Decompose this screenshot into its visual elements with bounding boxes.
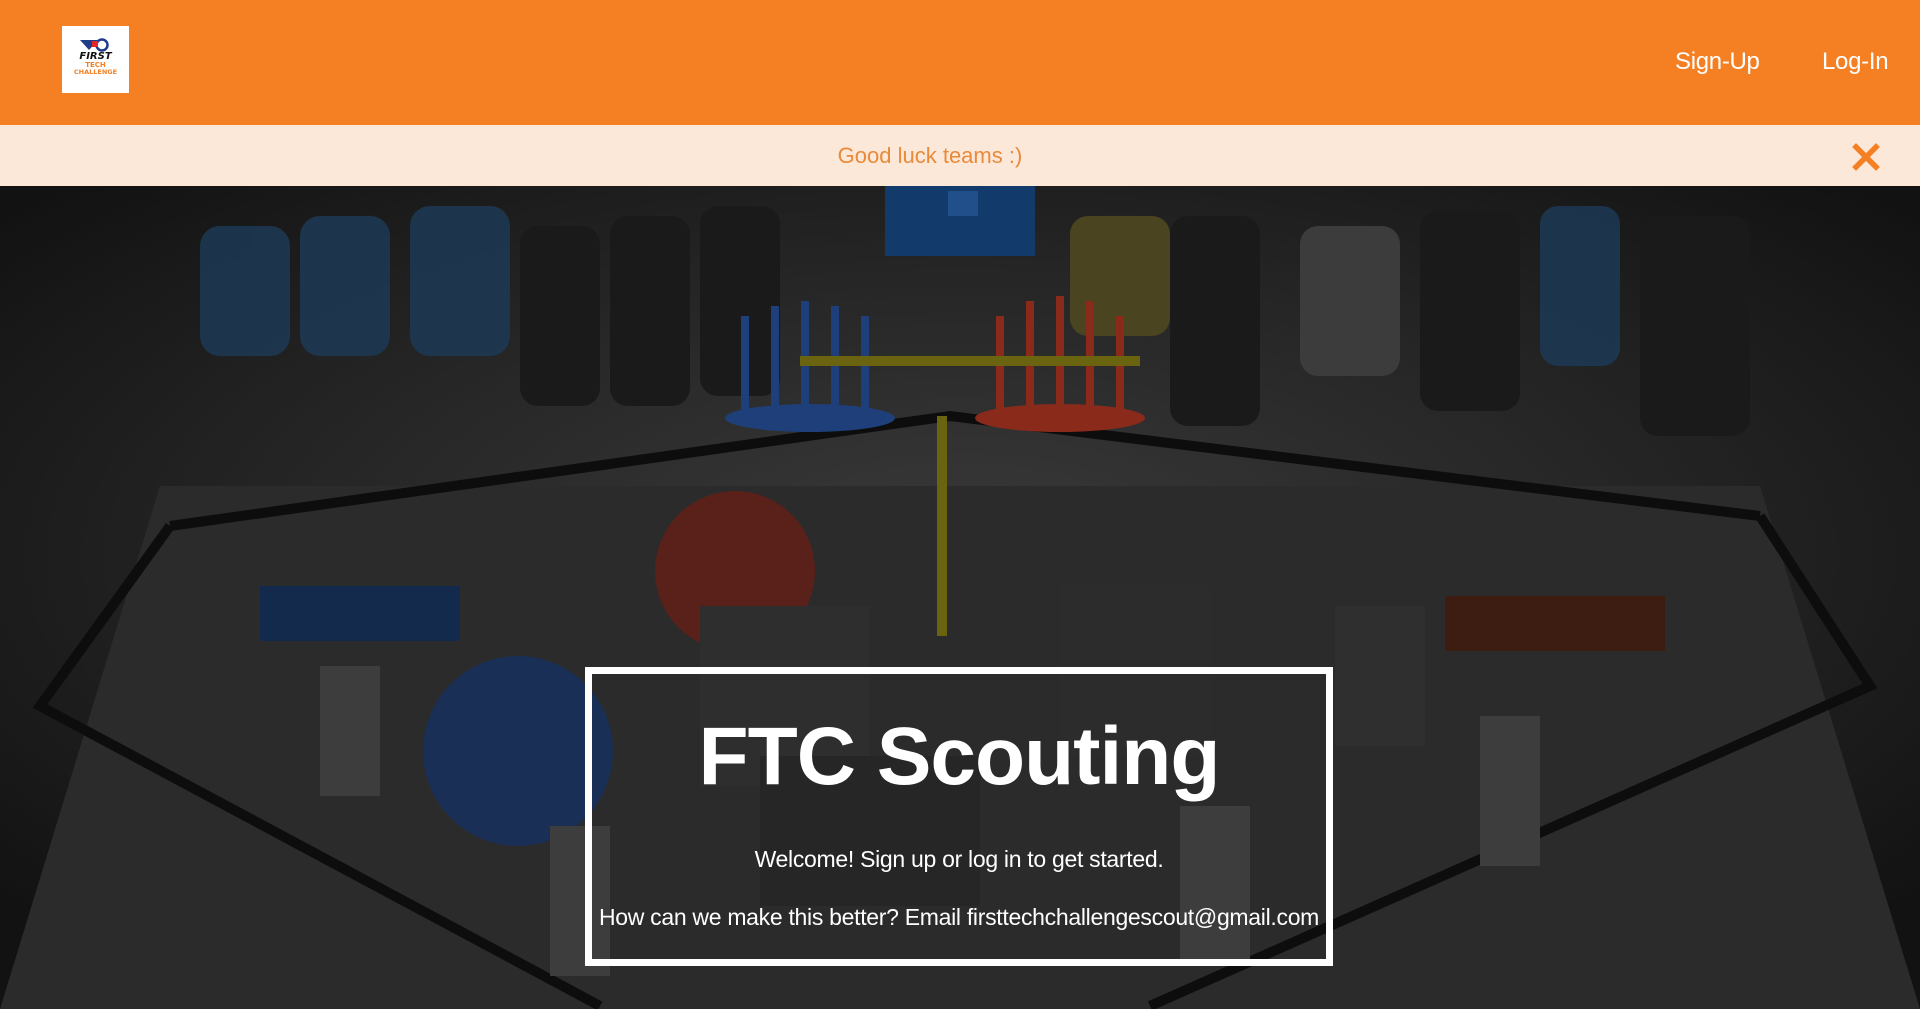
hero-welcome-box: FTC Scouting Welcome! Sign up or log in … [585, 667, 1333, 966]
page-title: FTC Scouting [698, 711, 1221, 802]
welcome-text: Welcome! Sign up or log in to get starte… [754, 846, 1164, 872]
feedback-text: How can we make this better? Email first… [598, 904, 1320, 930]
signup-link[interactable]: Sign-Up [1675, 48, 1760, 76]
login-link[interactable]: Log-In [1822, 48, 1889, 76]
close-icon [1852, 143, 1880, 171]
announcement-text: Good luck teams :) [837, 143, 1023, 168]
logo-line-challenge: CHALLENGE [74, 68, 117, 76]
ftc-logo-icon: FIRST TECH CHALLENGE [74, 38, 117, 76]
ftc-logo[interactable]: FIRST TECH CHALLENGE [62, 26, 129, 93]
close-announcement-button[interactable] [1851, 142, 1881, 172]
announcement-bar: Good luck teams :) [0, 125, 1920, 186]
navbar: FIRST TECH CHALLENGE Sign-Up Log-In [0, 0, 1920, 125]
hero-section: FTC Scouting Welcome! Sign up or log in … [0, 186, 1920, 1009]
